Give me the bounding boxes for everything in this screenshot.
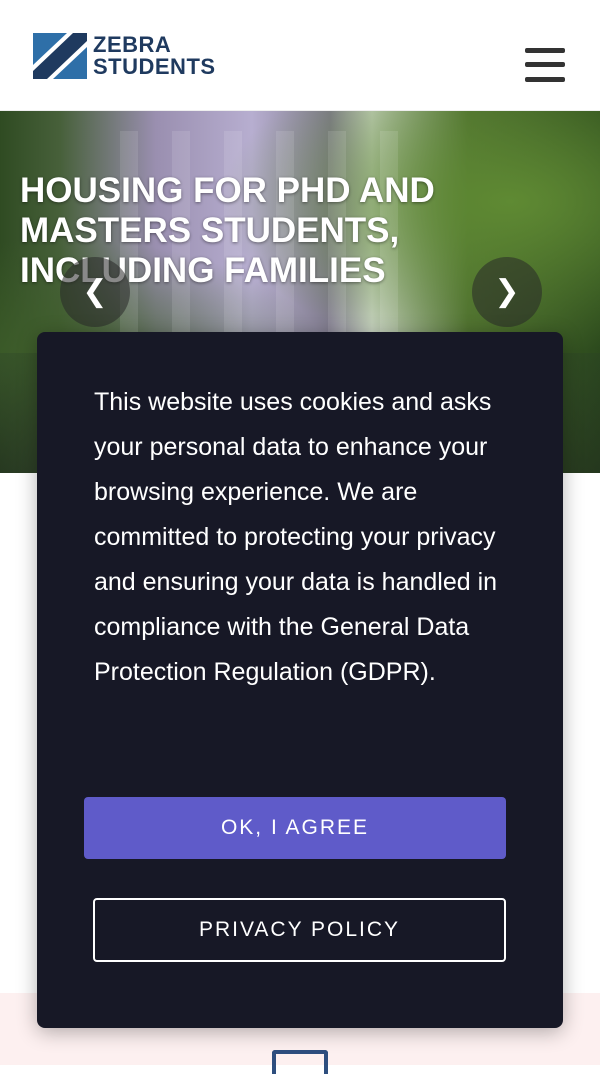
zebra-students-logo[interactable]: ZEBRA STUDENTS [33, 33, 243, 79]
chevron-left-icon[interactable]: ❮ [60, 257, 130, 327]
logo-line-zebra: ZEBRA [93, 32, 172, 57]
menu-bar-middle [525, 62, 565, 67]
menu-bar-top [525, 48, 565, 53]
chevron-right-icon[interactable]: ❯ [472, 257, 542, 327]
privacy-policy-button[interactable]: PRIVACY POLICY [93, 898, 506, 962]
agree-button[interactable]: OK, I AGREE [84, 797, 506, 859]
logo-line-students: STUDENTS [93, 54, 216, 79]
site-header: ZEBRA STUDENTS [0, 0, 600, 111]
logo-wordmark: ZEBRA STUDENTS [93, 34, 216, 78]
menu-bar-bottom [525, 77, 565, 82]
cookie-consent-dialog: This website uses cookies and asks your … [37, 332, 563, 1028]
cookie-message: This website uses cookies and asks your … [94, 388, 498, 686]
hamburger-menu-icon[interactable] [522, 46, 568, 86]
feature-icon [272, 1050, 328, 1074]
zebra-logo-mark-icon [33, 33, 87, 79]
